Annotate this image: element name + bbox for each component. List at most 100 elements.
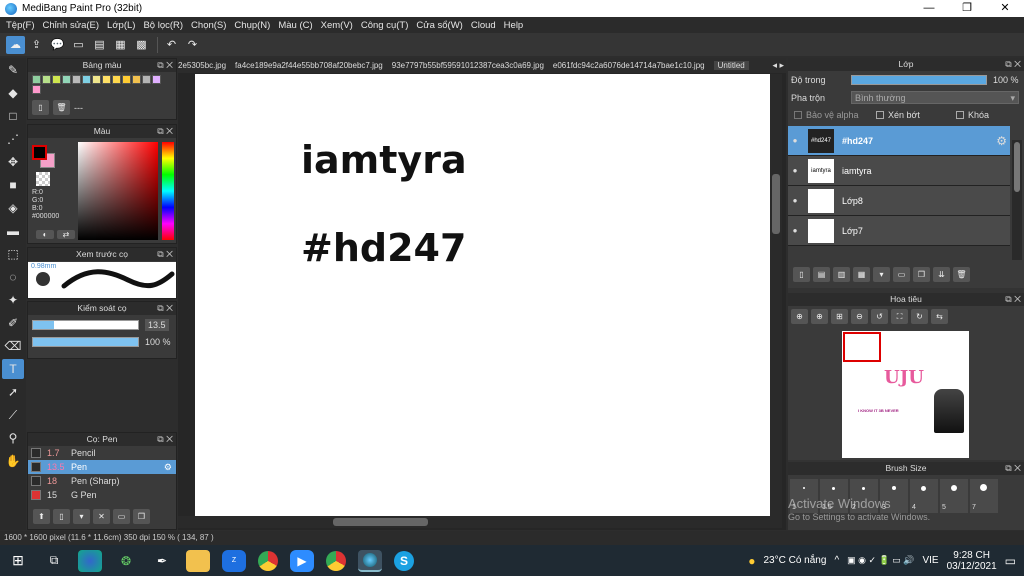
chrome-icon[interactable]	[258, 550, 278, 571]
delete-layer-icon[interactable]: 🗑	[953, 267, 970, 282]
transparent-color[interactable]	[36, 172, 50, 186]
swatch[interactable]	[52, 75, 61, 84]
hue-slider[interactable]	[162, 142, 174, 240]
menu-color[interactable]: Màu (C)	[278, 20, 312, 31]
panel-close-icon[interactable]: ⧉ ✕	[157, 248, 173, 261]
menu-select[interactable]: Chọn(S)	[191, 20, 226, 31]
flip-icon[interactable]: ⇆	[931, 309, 948, 324]
zalo-icon[interactable]: Z	[222, 549, 246, 572]
close-button[interactable]: ✕	[986, 0, 1024, 17]
canvas[interactable]: iamtyra #hd247	[195, 74, 770, 516]
swatch[interactable]	[62, 75, 71, 84]
swatch[interactable]	[32, 75, 41, 84]
tab-doc-1[interactable]: 2e5305bc.jpg	[178, 61, 226, 70]
clipping-checkbox[interactable]	[876, 111, 884, 119]
horizontal-scrollbar[interactable]	[178, 516, 782, 528]
vertical-scrollbar[interactable]	[770, 74, 782, 516]
swatch[interactable]	[112, 75, 121, 84]
delete-brush-icon[interactable]: ✕	[93, 509, 110, 524]
swatch[interactable]	[102, 75, 111, 84]
tab-doc-3[interactable]: 93e7797b55bf59591012387cea3c0a69.jpg	[392, 61, 544, 70]
menu-file[interactable]: Tệp(F)	[6, 20, 35, 31]
eye-icon[interactable]: ●	[788, 136, 802, 145]
color-swap-icon[interactable]: ⇄	[57, 230, 75, 239]
duplicate-icon[interactable]: ❐	[133, 509, 150, 524]
blend-mode-select[interactable]: Bình thường ▾	[851, 91, 1019, 104]
zoom-in-alt-icon[interactable]: ⊕	[811, 309, 828, 324]
eye-icon[interactable]: ●	[788, 196, 802, 205]
panel-close-icon[interactable]: ⧉ ✕	[1005, 293, 1021, 306]
tab-doc-2[interactable]: fa4ce189e9a2f44e55bb708af20bebc7.jpg	[235, 61, 383, 70]
hand-tool-icon[interactable]: ✋	[2, 451, 24, 471]
panel-close-icon[interactable]: ⧉ ✕	[157, 59, 173, 72]
brush-opacity-slider[interactable]	[32, 337, 139, 347]
zoom-out-icon[interactable]: ⊖	[851, 309, 868, 324]
color-picker-square[interactable]	[78, 142, 158, 240]
operation-tool-icon[interactable]: ➚	[2, 382, 24, 402]
gear-icon[interactable]: ⚙	[996, 134, 1007, 148]
page-icon[interactable]: ▤	[90, 36, 109, 54]
start-icon[interactable]: ⊞	[6, 550, 30, 572]
panel-close-icon[interactable]: ⧉ ✕	[1005, 58, 1021, 71]
lasso-tool-icon[interactable]: ◌	[2, 267, 24, 287]
merge-layer-icon[interactable]: ⇊	[933, 267, 950, 282]
rotate-right-icon[interactable]: ↻	[911, 309, 928, 324]
chrome-2-icon[interactable]	[326, 550, 346, 571]
navigator-preview[interactable]: UJU I KNOW IT 3B NEVER	[842, 331, 969, 458]
brush-size-5[interactable]: 5	[940, 479, 968, 513]
panel-close-icon[interactable]: ⧉ ✕	[157, 433, 173, 446]
menu-edit[interactable]: Chỉnh sửa(E)	[43, 20, 100, 31]
move-tool-icon[interactable]: ✥	[2, 152, 24, 172]
tab-scroll-icon[interactable]: ◂ ▸	[772, 60, 786, 71]
weather-text[interactable]: 23°C Có nắng	[764, 555, 827, 566]
file-explorer-icon[interactable]	[186, 549, 210, 572]
dot-tool-icon[interactable]: ⋰	[2, 129, 24, 149]
select-pen-icon[interactable]: ✐	[2, 313, 24, 333]
bucket-tool-icon[interactable]: ◈	[2, 198, 24, 218]
new-layer-icon[interactable]: ▯	[793, 267, 810, 282]
edge-icon[interactable]	[78, 549, 102, 572]
layer-folder-icon[interactable]: ▭	[893, 267, 910, 282]
magic-wand-icon[interactable]: ✦	[2, 290, 24, 310]
minimize-button[interactable]: —	[910, 0, 948, 17]
brush-item-pencil[interactable]: 1.7 Pencil	[28, 446, 176, 460]
panel-close-icon[interactable]: ⧉ ✕	[157, 302, 173, 315]
foreground-color[interactable]	[32, 145, 47, 160]
share-icon[interactable]: ⇪	[27, 36, 46, 54]
text-tool-icon[interactable]: T	[2, 359, 24, 379]
tab-untitled[interactable]: Untitled	[713, 61, 749, 70]
layer-item[interactable]: ● Lớp7	[788, 216, 1010, 246]
swatch[interactable]	[142, 75, 151, 84]
menu-cloud[interactable]: Cloud	[471, 20, 496, 31]
gear-icon[interactable]: ⚙	[164, 462, 172, 473]
brush-tool-icon[interactable]: ✎	[2, 60, 24, 80]
swatch[interactable]	[32, 85, 41, 94]
chevron-up-icon[interactable]: ^	[834, 555, 839, 566]
trash-icon[interactable]: 🗑	[53, 100, 70, 115]
comment-icon[interactable]: 💬	[48, 36, 67, 54]
cloud-icon[interactable]: ☁	[6, 35, 25, 54]
protect-alpha-checkbox[interactable]	[794, 111, 802, 119]
tray-icons[interactable]: ▣ ◉ ✓ 🔋 ▭ 🔊	[847, 555, 914, 566]
notification-icon[interactable]: ▭	[1005, 554, 1016, 568]
redo-icon[interactable]: ↷	[183, 36, 202, 54]
swatch[interactable]	[152, 75, 161, 84]
menu-snap[interactable]: Chụp(N)	[234, 20, 270, 31]
layer-item[interactable]: ● iamtyra iamtyra	[788, 156, 1010, 186]
chat-icon[interactable]: ▭	[69, 36, 88, 54]
brush-item-pen[interactable]: 13.5 Pen ⚙	[28, 460, 176, 474]
medibang-taskbar-icon[interactable]	[358, 549, 382, 572]
brush-size-slider[interactable]	[32, 320, 139, 330]
select-eraser-icon[interactable]: ⌫	[2, 336, 24, 356]
gradient-tool-icon[interactable]: ▬	[2, 221, 24, 241]
swatch[interactable]	[72, 75, 81, 84]
language-indicator[interactable]: VIE	[922, 555, 938, 566]
menu-window[interactable]: Cửa sổ(W)	[416, 20, 462, 31]
brush-item-pen-sharp[interactable]: 18 Pen (Sharp)	[28, 474, 176, 488]
rotate-left-icon[interactable]: ↺	[871, 309, 888, 324]
panel-close-icon[interactable]: ⧉ ✕	[1005, 462, 1021, 475]
brush-size-7[interactable]: 7	[970, 479, 998, 513]
brush-item-g-pen[interactable]: 15 G Pen	[28, 488, 176, 502]
folder-icon[interactable]: ▭	[113, 509, 130, 524]
layer-item[interactable]: ● Lớp8	[788, 186, 1010, 216]
